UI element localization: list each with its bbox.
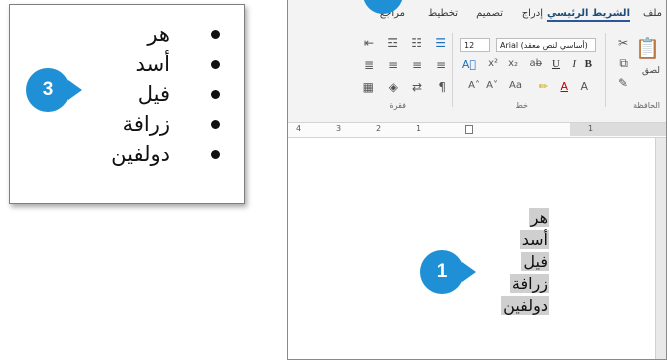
list-item: زرافة [111, 109, 220, 139]
font-name-select[interactable]: Arial (أساسي لنص معقد) [496, 38, 596, 52]
italic-button[interactable]: I [572, 58, 576, 70]
document-line: أسد [519, 230, 549, 249]
group-separator [605, 33, 606, 107]
cut-icon[interactable]: ✂ [618, 36, 628, 50]
list-item: هر [111, 19, 220, 49]
rtl-direction-icon[interactable]: ⇄ [412, 80, 422, 94]
highlight-icon[interactable]: ✏ [539, 80, 548, 93]
callout-pointer [68, 80, 82, 100]
ruler-number: 2 [376, 124, 382, 133]
ribbon-tabs: ملف الشريط الرئيسي إدراج تصميم تخطيط مرا… [288, 5, 666, 25]
list-item: دولفين [111, 139, 220, 169]
shading-icon[interactable]: ◈ [389, 80, 398, 94]
bullet-dot-icon [211, 60, 220, 69]
paragraph-mark-icon[interactable]: ¶ [438, 80, 446, 94]
bullet-dot-icon [211, 90, 220, 99]
bullet-dot-icon [211, 30, 220, 39]
underline-button[interactable]: U [552, 58, 560, 70]
selected-text[interactable]: هر أسد فيل زرافة دولفين [501, 207, 549, 317]
tab-design[interactable]: تصميم [476, 8, 503, 19]
font-color-icon[interactable]: A [560, 80, 568, 93]
callout-badge-3: 3 [26, 68, 70, 112]
paragraph-group-label: فقرة [389, 101, 406, 110]
format-painter-icon[interactable]: ✎ [618, 76, 628, 90]
callout-badge-1: 1 [420, 250, 464, 294]
font-group-label: خط [515, 101, 528, 110]
borders-icon[interactable]: ▦ [363, 80, 374, 94]
shrink-font-button[interactable]: A˅ [486, 80, 498, 91]
ruler-number: 4 [296, 124, 302, 133]
grow-font-button[interactable]: A˄ [468, 80, 480, 91]
indent-marker[interactable] [465, 125, 473, 134]
text-effects-icon[interactable]: A [580, 80, 588, 93]
vertical-scrollbar[interactable] [655, 138, 666, 359]
bullet-list: هر أسد فيل زرافة دولفين [111, 19, 220, 169]
bullet-dot-icon [211, 120, 220, 129]
group-separator [452, 33, 453, 107]
font-size-select[interactable]: 12 [460, 38, 490, 52]
clear-format-icon[interactable]: A⃝ [462, 58, 476, 71]
document-page[interactable] [288, 138, 666, 359]
ruler-number: 1 [588, 124, 594, 133]
tab-home[interactable]: الشريط الرئيسي [546, 8, 630, 22]
ruler-number: 3 [336, 124, 342, 133]
bold-button[interactable]: B [585, 58, 592, 70]
paste-label[interactable]: لصق [642, 66, 660, 76]
document-line: فيل [521, 252, 549, 271]
bullet-dot-icon [211, 150, 220, 159]
clipboard-group-label: الحافظة [633, 101, 660, 110]
ruler-number: 1 [416, 124, 422, 133]
align-left-icon[interactable]: ≡ [388, 58, 398, 72]
multilevel-list-icon[interactable]: ☲ [387, 36, 398, 50]
document-line: هر [528, 208, 549, 227]
list-item: أسد [111, 49, 220, 79]
bullets-icon[interactable]: ☰ [435, 36, 446, 50]
decrease-indent-icon[interactable]: ⇤ [364, 36, 374, 50]
copy-icon[interactable]: ⧉ [619, 56, 628, 71]
superscript-icon[interactable]: x² [488, 58, 498, 69]
word-window: ملف الشريط الرئيسي إدراج تصميم تخطيط مرا… [287, 0, 667, 360]
justify-icon[interactable]: ≣ [364, 58, 374, 72]
strikethrough-icon[interactable]: ab̶ [530, 58, 542, 69]
subscript-icon[interactable]: x₂ [508, 58, 518, 69]
ruler-margin [570, 123, 666, 136]
align-right-icon[interactable]: ≡ [436, 58, 446, 72]
tab-insert[interactable]: إدراج [522, 8, 543, 19]
align-center-icon[interactable]: ≡ [412, 58, 422, 72]
ruler: 1 1 2 3 4 [288, 123, 666, 138]
ribbon: ملف الشريط الرئيسي إدراج تصميم تخطيط مرا… [288, 0, 666, 123]
change-case-button[interactable]: Aa [509, 80, 522, 91]
document-line: دولفين [501, 296, 549, 315]
list-item: فيل [111, 79, 220, 109]
paste-icon[interactable]: 📋 [635, 36, 660, 60]
tab-file[interactable]: ملف [643, 8, 662, 19]
numbering-icon[interactable]: ☷ [411, 36, 422, 50]
document-line: زرافة [509, 274, 549, 293]
tab-layout[interactable]: تخطيط [428, 8, 458, 19]
callout-pointer [462, 262, 476, 282]
